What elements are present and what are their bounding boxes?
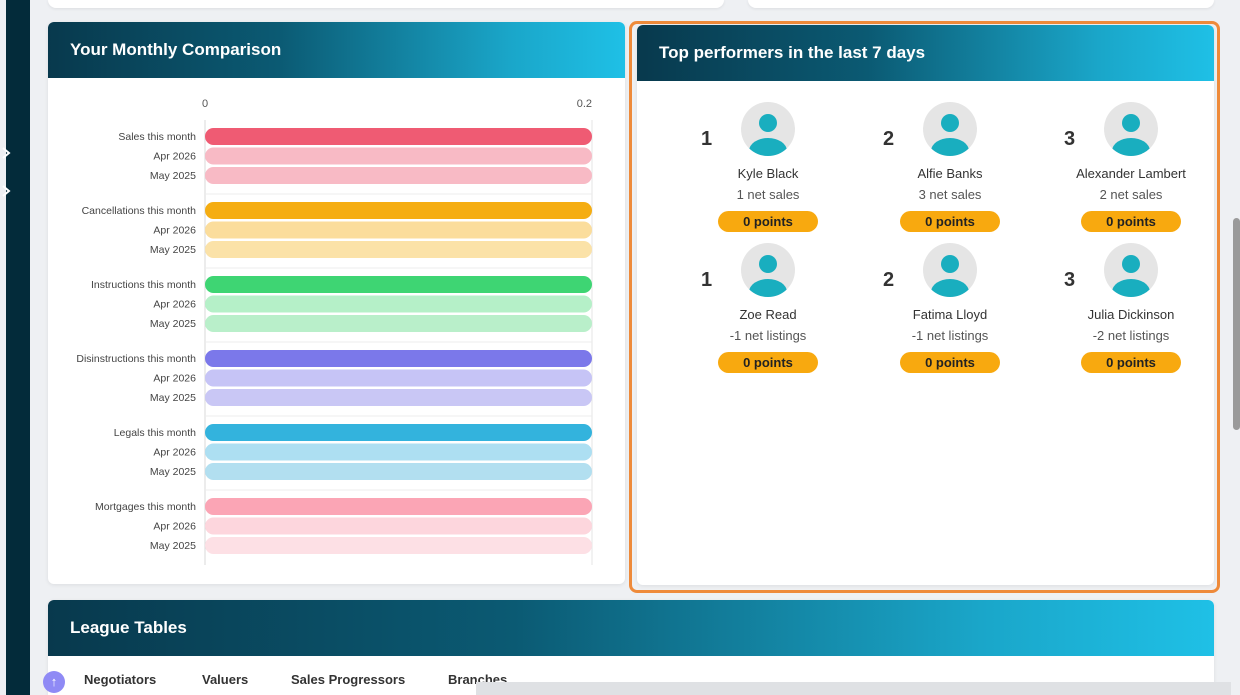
top-performers-title: Top performers in the last 7 days: [637, 25, 1214, 81]
performer-card[interactable]: 2 Alfie Banks 3 net sales 0 points: [875, 102, 1025, 242]
chart-bar: [205, 167, 592, 184]
chart-bar: [205, 463, 592, 480]
horizontal-scrollbar[interactable]: [476, 682, 1231, 695]
tick-label: 0.2: [577, 98, 592, 110]
user-avatar-icon: [741, 243, 795, 297]
user-avatar-icon: [741, 102, 795, 156]
performer-card[interactable]: 3 Alexander Lambert 2 net sales 0 points: [1056, 102, 1206, 242]
monthly-comparison-card: Your Monthly Comparison 0 0.2 Sales this m…: [48, 22, 625, 584]
chart-bar: [205, 128, 592, 145]
performer-name: Fatima Lloyd: [912, 307, 988, 322]
performer-card[interactable]: 2 Fatima Lloyd -1 net listings 0 points: [875, 243, 1025, 383]
points-badge: 0 points: [718, 211, 818, 232]
performer-rank: 3: [1064, 128, 1076, 150]
performer-name: Alexander Lambert: [1076, 166, 1186, 181]
bar-label: Mortgages this month: [95, 501, 196, 513]
performer-rank: 1: [701, 269, 713, 291]
tab-sales-progressors[interactable]: Sales Progressors: [291, 672, 405, 687]
left-rail: [0, 0, 30, 695]
points-badge: 0 points: [900, 352, 1000, 373]
chart-bar: [205, 147, 592, 165]
chart-bar: [205, 424, 592, 441]
bar-label: Apr 2026: [153, 447, 196, 459]
top-performers-card: Top performers in the last 7 days 1 Kyle …: [637, 25, 1214, 585]
chart-bar: [205, 276, 592, 293]
monthly-comparison-chart: 0 0.2 Sales this month Apr 2026 May 2025 Canc…: [76, 98, 593, 565]
vertical-scrollbar-thumb[interactable]: [1233, 218, 1240, 430]
tick-label: 0: [202, 98, 208, 110]
bar-label: Legals this month: [114, 427, 196, 439]
user-avatar-icon: [923, 102, 977, 156]
performer-name: Alfie Banks: [917, 166, 983, 181]
bar-label: May 2025: [150, 318, 196, 330]
previous-card-bottom: [48, 0, 724, 8]
performer-card[interactable]: 3 Julia Dickinson -2 net listings 0 points: [1056, 243, 1206, 383]
performer-stat: 3 net sales: [918, 187, 982, 202]
points-badge: 0 points: [1081, 211, 1181, 232]
tab-negotiators[interactable]: Negotiators: [84, 672, 156, 687]
points-badge: 0 points: [1081, 352, 1181, 373]
user-avatar-icon: [1104, 102, 1158, 156]
chart-bar: [205, 350, 592, 367]
bar-label: Apr 2026: [153, 299, 196, 311]
chart-bar: [205, 241, 592, 258]
performer-card[interactable]: 1 Zoe Read -1 net listings 0 points: [693, 243, 843, 383]
bar-label: May 2025: [150, 466, 196, 478]
chart-bar: [205, 443, 592, 461]
league-tables-card: League Tables Negotiators Valuers Sales …: [48, 600, 1214, 695]
bar-label: May 2025: [150, 392, 196, 404]
performer-stat: -1 net listings: [911, 328, 989, 343]
performer-rank: 1: [701, 128, 713, 150]
performer-stat: -2 net listings: [1092, 328, 1170, 343]
bar-label: Apr 2026: [153, 373, 196, 385]
chevron-right-icon[interactable]: [0, 184, 14, 198]
performer-name: Julia Dickinson: [1087, 307, 1175, 322]
monthly-comparison-title: Your Monthly Comparison: [48, 22, 625, 78]
chart-bar: [205, 315, 592, 332]
bar-label: Apr 2026: [153, 521, 196, 533]
chevron-right-icon[interactable]: [0, 146, 14, 160]
performer-rank: 2: [883, 128, 895, 150]
performer-name: Kyle Black: [737, 166, 799, 181]
chart-bar: [205, 389, 592, 406]
bar-label: Instructions this month: [91, 279, 196, 291]
bar-label: Apr 2026: [153, 151, 196, 163]
points-badge: 0 points: [718, 352, 818, 373]
bar-label: Sales this month: [118, 131, 196, 143]
chart-bar: [205, 537, 592, 554]
bar-label: May 2025: [150, 170, 196, 182]
left-nav-bar: [6, 0, 30, 695]
tab-valuers[interactable]: Valuers: [202, 672, 248, 687]
league-tables-title: League Tables: [48, 600, 1214, 656]
chart-bar: [205, 295, 592, 313]
bar-label: May 2025: [150, 244, 196, 256]
arrow-up-icon[interactable]: ↑: [43, 671, 65, 693]
points-badge: 0 points: [900, 211, 1000, 232]
performer-stat: -1 net listings: [729, 328, 807, 343]
chart-bar: [205, 202, 592, 219]
bar-label: May 2025: [150, 540, 196, 552]
chart-bar: [205, 221, 592, 239]
performer-stat: 2 net sales: [1099, 187, 1163, 202]
performer-rank: 3: [1064, 269, 1076, 291]
chart-bar: [205, 517, 592, 535]
bar-label: Apr 2026: [153, 225, 196, 237]
performer-stat: 1 net sales: [736, 187, 800, 202]
chart-bar: [205, 369, 592, 387]
user-avatar-icon: [1104, 243, 1158, 297]
bar-label: Cancellations this month: [82, 205, 197, 217]
performer-rank: 2: [883, 269, 895, 291]
user-avatar-icon: [923, 243, 977, 297]
previous-card-bottom: [748, 0, 1214, 8]
bar-label: Disinstructions this month: [76, 353, 196, 365]
performer-card[interactable]: 1 Kyle Black 1 net sales 0 points: [693, 102, 843, 242]
chart-bar: [205, 498, 592, 515]
performer-name: Zoe Read: [739, 307, 797, 322]
